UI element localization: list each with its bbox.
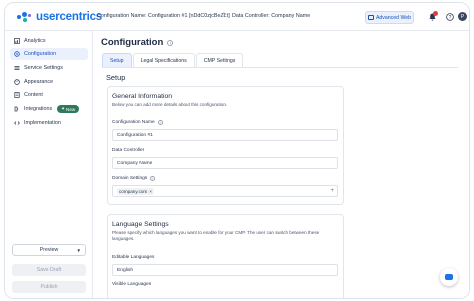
domain-settings-label: Domain Settings i (112, 176, 156, 181)
language-settings-title: Language Settings (112, 221, 169, 228)
sidebar-item-label: Configuration (24, 51, 57, 57)
top-bar: usercentrics Configuration Name: Configu… (5, 3, 469, 31)
advanced-web-label: Advanced Web (375, 14, 412, 21)
editable-languages-input[interactable]: English (112, 264, 338, 276)
configuration-name-label-text: Configuration Name (112, 120, 155, 125)
sidebar-item-appearance[interactable]: Appearance (10, 76, 88, 88)
browser-icon (367, 15, 374, 20)
close-icon[interactable]: × (149, 189, 152, 194)
language-settings-subtitle-line1: Please specify which languages you want … (112, 230, 320, 235)
plus-icon[interactable]: + (330, 188, 334, 194)
breadcrumb-separator: > (223, 12, 227, 18)
sparkle-icon: ✦ (61, 106, 66, 111)
new-badge: ✦ New (57, 105, 80, 113)
data-controller-label: Data Controller (112, 148, 145, 153)
sidebar-item-label: Integrations (24, 106, 53, 112)
configuration-name-label: Configuration Name i (112, 120, 163, 125)
user-avatar[interactable]: P (458, 12, 467, 21)
language-settings-card: Language Settings Please specify which l… (107, 214, 344, 298)
info-icon[interactable]: i (157, 120, 163, 125)
chat-widget-button[interactable] (440, 268, 458, 286)
sidebar-item-content[interactable]: Content (10, 89, 88, 101)
main-content: Configuration i Setup Legal Specificatio… (94, 31, 469, 298)
domain-settings-input[interactable]: company.com × + (112, 185, 338, 197)
tab-divider (102, 67, 458, 68)
breadcrumb-data-controller[interactable]: Data Controller: Company Name (232, 13, 310, 19)
tab-legal-specifications[interactable]: Legal Specifications (132, 53, 195, 67)
question-icon[interactable]: ? (445, 12, 454, 21)
general-information-card: General Information Below you can add mo… (107, 86, 344, 205)
usercentrics-logo[interactable]: usercentrics (17, 10, 102, 24)
domain-chip[interactable]: company.com × (117, 187, 154, 195)
info-icon[interactable]: i (167, 39, 174, 46)
info-icon[interactable]: i (150, 176, 156, 181)
sidebar-item-implementation[interactable]: Implementation (10, 117, 88, 129)
sidebar-item-integrations[interactable]: Integrations ✦ New (10, 103, 88, 115)
publish-button[interactable]: Publish (12, 281, 86, 293)
appearance-icon (14, 79, 20, 85)
new-badge-label: New (66, 106, 76, 112)
page-title: Configuration i (101, 37, 174, 48)
domain-chip-label: company.com (119, 188, 148, 194)
app-window: usercentrics Configuration Name: Configu… (4, 2, 470, 299)
advanced-web-button[interactable]: Advanced Web (365, 11, 414, 24)
analytics-icon (14, 38, 20, 44)
preview-dropdown[interactable]: Preview ▼ (12, 244, 86, 256)
save-draft-button[interactable]: Save Draft (12, 264, 86, 276)
configuration-icon (14, 51, 20, 57)
sidebar: Analytics Configuration Service Settings… (5, 31, 93, 298)
domain-settings-label-text: Domain Settings (112, 176, 148, 181)
breadcrumb-configuration[interactable]: Configuration Name: Configuration #1 [nD… (97, 13, 230, 19)
integrations-icon (14, 106, 20, 112)
svg-text:?: ? (448, 14, 451, 20)
sidebar-item-label: Appearance (24, 79, 54, 85)
sidebar-item-label: Content (24, 92, 43, 98)
sidebar-item-label: Service Settings (24, 65, 63, 71)
data-controller-input[interactable]: Company Name (112, 157, 338, 169)
language-settings-subtitle-line2: languages. (112, 236, 135, 241)
page-title-text: Configuration (101, 37, 164, 48)
section-title: Setup (106, 73, 126, 82)
tab-cmp-settings[interactable]: CMP Settings (195, 53, 244, 67)
general-information-subtitle: Below you can add more details about thi… (112, 102, 228, 107)
sidebar-item-configuration[interactable]: Configuration (10, 48, 88, 60)
general-information-title: General Information (112, 93, 173, 100)
content-icon (14, 92, 20, 98)
chevron-down-icon: ▼ (76, 247, 81, 253)
sidebar-item-label: Implementation (24, 120, 61, 126)
tab-bar: Setup Legal Specifications CMP Settings (102, 53, 244, 67)
notification-badge (433, 11, 438, 16)
chat-icon (445, 274, 453, 280)
sidebar-item-analytics[interactable]: Analytics (10, 35, 88, 47)
service-settings-icon (14, 65, 20, 71)
visible-languages-label: Visible Languages (112, 282, 152, 287)
tab-setup[interactable]: Setup (102, 53, 132, 67)
implementation-icon (14, 120, 20, 126)
preview-label: Preview (39, 247, 59, 253)
configuration-name-input[interactable]: Configuration #1 (112, 129, 338, 141)
sidebar-item-service-settings[interactable]: Service Settings (10, 62, 88, 74)
sidebar-item-label: Analytics (24, 38, 46, 44)
logo-text: usercentrics (36, 11, 102, 23)
editable-languages-label: Editable Languages (112, 255, 155, 260)
logo-mark-icon (17, 10, 33, 24)
